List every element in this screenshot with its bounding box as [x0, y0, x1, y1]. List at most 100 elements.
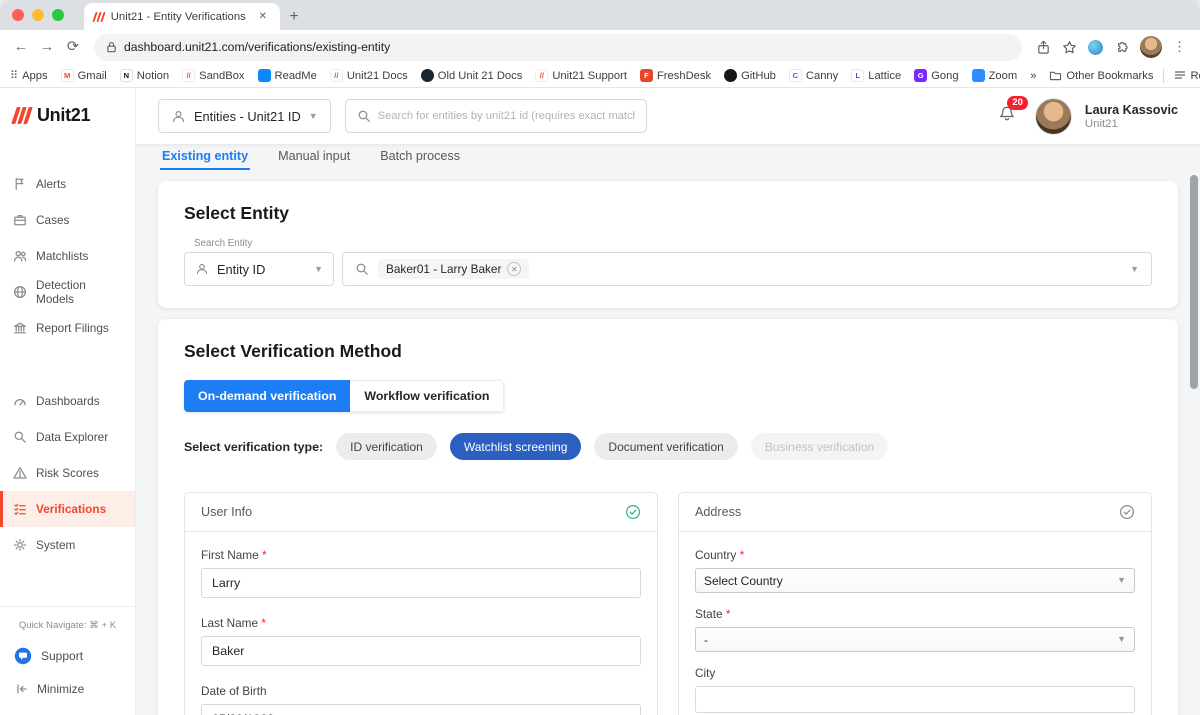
- page-scrollbar[interactable]: [1188, 88, 1199, 715]
- bookmark-unit21-support[interactable]: //Unit21 Support: [535, 69, 627, 82]
- back-icon[interactable]: ←: [8, 34, 34, 60]
- bookmark-sandbox[interactable]: //SandBox: [182, 69, 245, 82]
- reload-icon[interactable]: ⟳: [60, 34, 86, 60]
- state-select[interactable]: - ▼: [695, 627, 1135, 652]
- extension-icon[interactable]: [1088, 39, 1103, 55]
- gong-favicon: G: [914, 69, 928, 82]
- bookmark-github[interactable]: GitHub: [724, 69, 776, 82]
- address-bar[interactable]: dashboard.unit21.com/verifications/exist…: [94, 33, 1022, 61]
- verification-type-row: Select verification type: ID verificatio…: [184, 433, 1152, 460]
- address-title: Address: [695, 505, 742, 519]
- global-search-input[interactable]: [377, 110, 635, 122]
- search-icon: [357, 109, 371, 123]
- first-name-input[interactable]: [201, 568, 641, 598]
- apps-label: Apps: [22, 69, 48, 82]
- bookmark-unit21-docs[interactable]: //Unit21 Docs: [329, 69, 408, 82]
- bookmark-gong[interactable]: G Gong: [914, 69, 959, 82]
- unit21-app: Unit21 Alerts Cases Matchlists Detection…: [0, 88, 1200, 715]
- minimize-sidebar-button[interactable]: Minimize: [0, 672, 135, 705]
- sidebar-item-verifications[interactable]: Verifications: [0, 491, 135, 527]
- user-meta[interactable]: Laura Kassovic Unit21: [1085, 103, 1178, 130]
- gear-icon: [13, 538, 27, 552]
- zoom-favicon: [971, 69, 985, 82]
- country-select[interactable]: Select Country ▼: [695, 568, 1135, 593]
- chevron-down-icon: ▼: [1130, 263, 1139, 274]
- country-label: Country *: [695, 548, 745, 562]
- pill-id-verification[interactable]: ID verification: [336, 433, 437, 460]
- city-input[interactable]: [695, 686, 1135, 713]
- close-window-button[interactable]: [12, 9, 24, 21]
- people-icon: [13, 249, 27, 263]
- bookmark-canny[interactable]: C Canny: [788, 69, 838, 82]
- pill-document-verification[interactable]: Document verification: [594, 433, 738, 460]
- pill-business-verification[interactable]: Business verification: [750, 433, 889, 460]
- forward-icon[interactable]: →: [34, 34, 60, 60]
- minimize-window-button[interactable]: [32, 9, 44, 21]
- tab-manual-input[interactable]: Manual input: [276, 144, 352, 170]
- user-avatar[interactable]: [1034, 97, 1072, 135]
- tab-existing-entity[interactable]: Existing entity: [160, 144, 250, 170]
- bookmark-star-icon[interactable]: [1062, 40, 1077, 55]
- reading-list[interactable]: Reading List: [1174, 70, 1200, 82]
- bank-icon: [13, 321, 27, 335]
- workflow-verification-button[interactable]: Workflow verification: [350, 380, 505, 412]
- extensions-puzzle-icon[interactable]: [1114, 40, 1129, 55]
- user-org: Unit21: [1084, 117, 1118, 130]
- chevron-down-icon: ▼: [314, 263, 323, 274]
- scrollbar-thumb[interactable]: [1189, 175, 1198, 389]
- pill-watchlist-screening[interactable]: Watchlist screening: [449, 433, 582, 460]
- chevron-down-icon: ▼: [1117, 575, 1126, 585]
- tab-batch-process[interactable]: Batch process: [378, 144, 462, 170]
- sidebar-item-alerts[interactable]: Alerts: [0, 166, 135, 202]
- bookmarks-overflow-chevron[interactable]: »: [1030, 70, 1036, 82]
- gmail-favicon: M: [60, 69, 74, 82]
- last-name-input[interactable]: [201, 636, 641, 666]
- browser-tab-title: Unit21 - Entity Verifications: [110, 10, 246, 23]
- sidebar-item-cases[interactable]: Cases: [0, 202, 135, 238]
- bookmark-readme[interactable]: ReadMe: [257, 69, 317, 82]
- new-tab-button[interactable]: +: [280, 3, 308, 30]
- apps-shortcut[interactable]: ⠿ Apps: [10, 69, 48, 83]
- remove-chip-icon[interactable]: ✕: [507, 262, 522, 276]
- on-demand-verification-button[interactable]: On-demand verification: [184, 380, 351, 412]
- browser-menu-icon[interactable]: ⋮: [1173, 39, 1186, 55]
- bookmark-freshdesk[interactable]: F FreshDesk: [639, 69, 711, 82]
- bookmark-zoom[interactable]: Zoom: [971, 69, 1017, 82]
- entity-search-select[interactable]: Baker01 - Larry Baker ✕ ▼: [342, 252, 1152, 286]
- bookmark-notion[interactable]: N Notion: [119, 69, 169, 82]
- canny-favicon: C: [788, 69, 802, 82]
- sidebar-item-system[interactable]: System: [0, 527, 135, 563]
- fullscreen-window-button[interactable]: [52, 9, 64, 21]
- sidebar-item-detection-models[interactable]: Detection Models: [0, 274, 135, 310]
- other-bookmarks[interactable]: Other Bookmarks: [1049, 70, 1153, 82]
- browser-tab[interactable]: Unit21 - Entity Verifications ✕: [84, 3, 280, 30]
- first-name-label: First Name *: [201, 548, 267, 562]
- sidebar-item-data-explorer[interactable]: Data Explorer: [0, 419, 135, 455]
- bookmark-old-unit21-docs[interactable]: Old Unit 21 Docs: [420, 69, 522, 82]
- support-button[interactable]: Support: [0, 639, 135, 672]
- required-marker: *: [261, 616, 266, 630]
- warning-triangle-icon: [13, 466, 27, 480]
- selected-entity-chip[interactable]: Baker01 - Larry Baker ✕: [378, 259, 530, 279]
- share-icon[interactable]: [1036, 40, 1051, 55]
- unit21-logo[interactable]: Unit21: [0, 88, 135, 134]
- dob-label: Date of Birth: [201, 684, 267, 698]
- sidebar-item-risk-scores[interactable]: Risk Scores: [0, 455, 135, 491]
- verification-type-label: Select verification type:: [184, 439, 324, 454]
- entity-id-dropdown[interactable]: Entity ID ▼: [184, 252, 334, 286]
- notifications-button[interactable]: 20: [998, 95, 1028, 128]
- global-search[interactable]: [344, 99, 647, 133]
- bookmark-gmail[interactable]: M Gmail: [60, 69, 107, 82]
- sidebar-item-dashboards[interactable]: Dashboards: [0, 383, 135, 419]
- bookmark-lattice[interactable]: L Lattice: [851, 69, 901, 82]
- toolbar-icons: ⋮: [1030, 36, 1192, 58]
- tab-close-icon[interactable]: ✕: [256, 9, 270, 24]
- lock-icon: [106, 41, 117, 53]
- dob-input[interactable]: [201, 704, 641, 715]
- entity-scope-dropdown[interactable]: Entities - Unit21 ID ▼: [158, 99, 331, 133]
- readme-favicon: [257, 69, 271, 82]
- sidebar-item-report-filings[interactable]: Report Filings: [0, 310, 135, 346]
- browser-profile-avatar[interactable]: [1140, 36, 1162, 58]
- apps-grid-icon: ⠿: [10, 70, 19, 82]
- sidebar-item-matchlists[interactable]: Matchlists: [0, 238, 135, 274]
